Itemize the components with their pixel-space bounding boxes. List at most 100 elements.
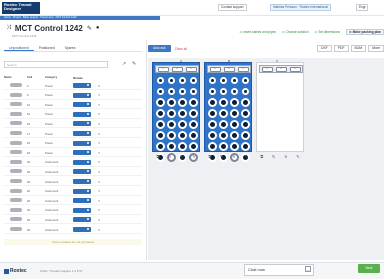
edit-icon[interactable]: ✎ [95,112,103,116]
module-hole[interactable] [156,142,165,151]
module-select[interactable] [73,140,95,146]
module-hole[interactable] [156,109,165,118]
edit-icon[interactable]: ✎ [95,208,103,212]
module-dropdown-button[interactable] [73,111,91,117]
rotate-icon[interactable]: ↻ [220,154,223,160]
tab-positioned[interactable]: Positioned [34,44,60,51]
rotate-icon[interactable]: ↻ [272,154,275,160]
edit-icon[interactable]: ✎ [95,160,103,164]
module-hole[interactable] [167,109,176,118]
module-hole[interactable] [230,142,239,151]
module-dropdown-button[interactable] [73,131,91,136]
tab-unpositioned[interactable]: Unpositioned [4,44,34,51]
module-hole[interactable] [219,131,228,140]
edit-icon[interactable]: ✎ [95,103,103,107]
edit-icon[interactable]: ✎ [95,93,103,97]
module-select[interactable] [73,207,95,213]
module-hole[interactable] [156,120,165,129]
table-row[interactable]: 2 Power ✎ [4,82,142,90]
module-hole[interactable] [179,77,186,84]
module-hole[interactable] [242,88,249,95]
module-hole[interactable] [230,109,239,118]
copy-icon[interactable]: ⧉ [208,154,211,160]
module-dropdown-button[interactable] [73,159,91,165]
table-row[interactable]: 20 Instrument ✎ [4,159,142,167]
next-button[interactable]: Next [358,264,380,273]
step-choose-solution[interactable]: ⊙ Choose solution [282,30,309,34]
module-hole[interactable] [189,98,198,107]
edit-icon[interactable]: ✎ [87,25,92,32]
module-dropdown-button[interactable] [73,140,91,146]
breadcrumb-item[interactable]: MCT Control 1242 [56,16,77,20]
module-hole[interactable] [157,77,164,84]
table-row[interactable]: 20 Instrument ✎ [4,188,142,196]
module-hole[interactable] [241,142,250,151]
module-select[interactable] [73,111,95,117]
compression-unit[interactable]: ▭ [223,66,235,72]
edit-icon[interactable]: ✎ [244,154,247,160]
module-hole[interactable] [241,109,250,118]
compression-unit[interactable]: ▭ [261,66,273,72]
module-hole[interactable] [230,120,239,129]
edit-icon[interactable]: ✎ [95,141,103,145]
module-hole[interactable] [220,77,227,84]
copy-icon[interactable]: ⧉ [156,154,159,160]
module-dropdown-button[interactable] [73,169,91,175]
add-rack-button[interactable]: Add rack [148,45,171,52]
compression-unit[interactable]: ▭ [185,66,197,72]
module-hole[interactable] [209,77,216,84]
module-hole[interactable] [219,98,228,107]
module-hole[interactable] [208,109,217,118]
edit-icon[interactable]: ✎ [95,170,103,174]
module-dropdown-button[interactable] [73,188,91,194]
module-dropdown-button[interactable] [73,217,91,223]
chat-toggle-icon[interactable]: – [305,266,311,272]
module-hole[interactable] [178,131,187,140]
module-dropdown-button[interactable] [73,83,91,88]
account-menu[interactable]: Mathias Persson · Roxtec International [270,4,331,11]
module-hole[interactable] [178,98,187,107]
module-select[interactable] [73,102,95,108]
module-hole[interactable] [189,142,198,151]
module-hole[interactable] [167,131,176,140]
module-dropdown-button[interactable] [73,198,91,204]
module-dropdown-button[interactable] [73,179,91,184]
rack-frame[interactable]: ▭ ▭ ▭ [256,62,304,152]
table-row[interactable]: 20 Instrument ✎ [4,178,142,186]
edit-icon[interactable]: ✎ [192,154,195,160]
table-row[interactable]: 20 Instrument ✎ [4,168,142,177]
module-dropdown-button[interactable] [73,121,91,127]
chat-widget[interactable]: Chat now – [244,264,314,276]
module-hole[interactable] [156,98,165,107]
col-category[interactable]: Category [45,75,73,80]
module-hole[interactable] [189,109,198,118]
search-input[interactable]: Search [4,61,108,68]
export-bom-button[interactable]: BOM [350,45,367,52]
module-hole[interactable] [208,120,217,129]
edit-icon[interactable]: ✎ [95,228,103,232]
table-row[interactable]: 18 Power ✎ [4,149,142,158]
edit-icon[interactable]: ✎ [95,189,103,193]
compression-unit[interactable]: ▭ [157,66,169,72]
visibility-icon[interactable]: ● [96,25,100,31]
breadcrumb-item[interactable]: Basic project [23,16,38,20]
step-insert-cables[interactable]: ⊙ Insert cables and pipes [240,30,276,34]
rack-frame[interactable]: ▭ ▭ ▭ [204,62,252,162]
export-pdf-button[interactable]: PDF [333,45,349,52]
language-selector[interactable]: Engl [356,4,369,11]
delete-icon[interactable]: ✕ [232,154,235,160]
module-hole[interactable] [231,88,238,95]
module-hole[interactable] [189,131,198,140]
module-select[interactable] [73,131,95,136]
more-button[interactable]: More [368,45,384,52]
module-hole[interactable] [230,98,239,107]
module-hole[interactable] [208,142,217,151]
edit-icon[interactable]: ↗ [122,61,126,67]
col-cell[interactable]: Cell [25,75,45,80]
rotate-icon[interactable]: ↻ [168,154,171,160]
compression-unit[interactable]: ▭ [275,66,287,72]
module-hole[interactable] [168,77,175,84]
edit-icon[interactable]: ✎ [296,154,299,160]
module-select[interactable] [73,217,95,223]
module-select[interactable] [73,169,95,175]
